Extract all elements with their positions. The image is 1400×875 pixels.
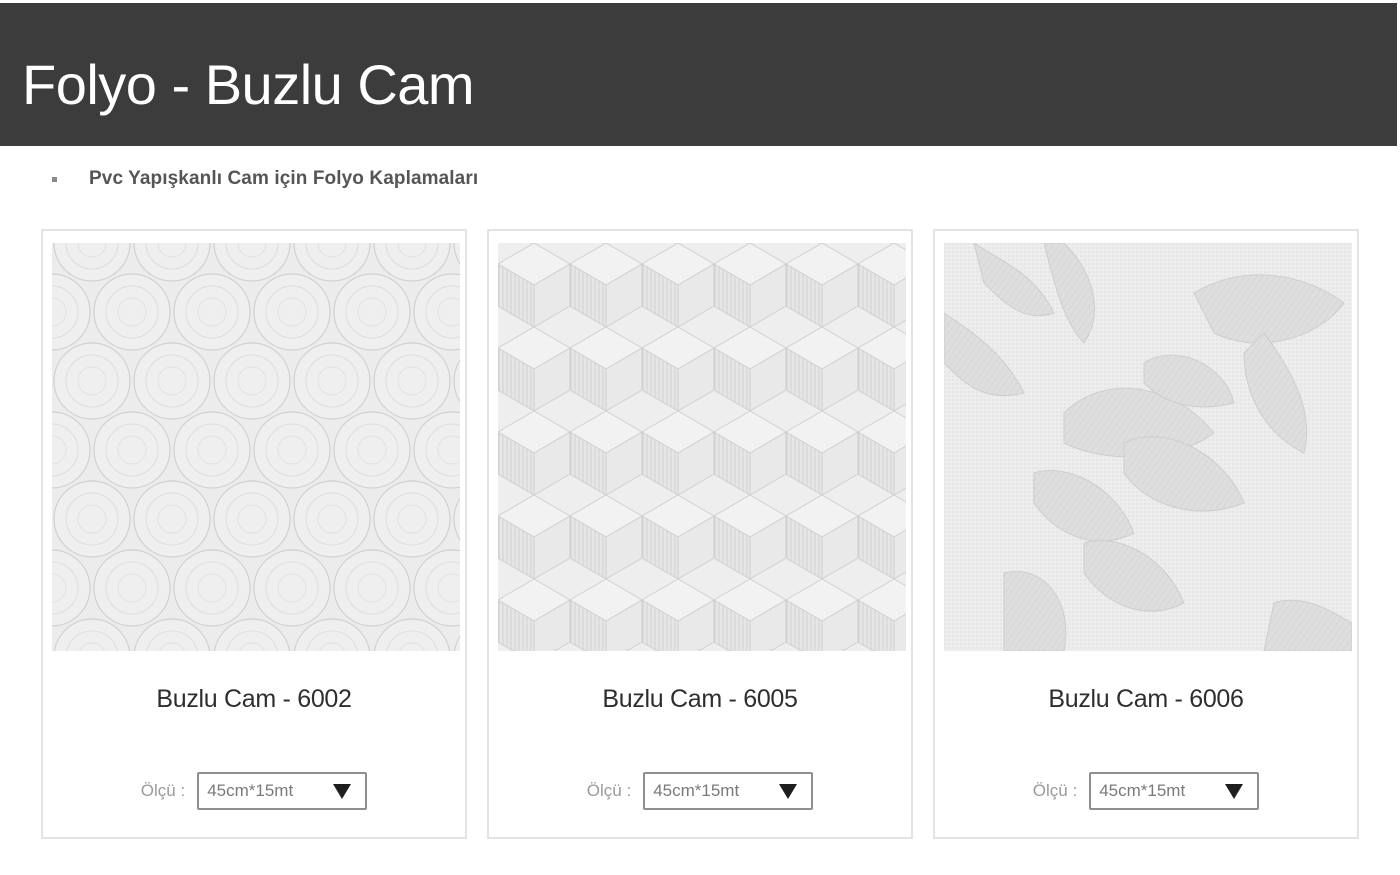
product-name[interactable]: Buzlu Cam - 6002 (43, 685, 465, 714)
product-card[interactable]: Buzlu Cam - 6005 Ölçü : 45cm*15mt (487, 229, 913, 839)
product-image-circles[interactable] (52, 243, 460, 651)
category-list-item: Pvc Yapışkanlı Cam için Folyo Kaplamalar… (52, 166, 478, 192)
product-card[interactable]: Buzlu Cam - 6006 Ölçü : 45cm*15mt (933, 229, 1359, 839)
size-label: Ölçü : (586, 781, 632, 800)
size-option-row: Ölçü : 45cm*15mt (43, 772, 465, 810)
dropdown-arrow-icon (779, 783, 798, 799)
size-label: Ölçü : (140, 781, 186, 800)
bullet-icon (52, 176, 57, 182)
size-label: Ölçü : (1032, 781, 1078, 800)
page-header: Folyo - Buzlu Cam (0, 0, 1397, 146)
dropdown-arrow-icon (1225, 783, 1244, 799)
size-value: 45cm*15mt (1099, 781, 1186, 800)
size-option-row: Ölçü : 45cm*15mt (489, 772, 911, 810)
product-name[interactable]: Buzlu Cam - 6006 (935, 685, 1357, 714)
size-option-row: Ölçü : 45cm*15mt (935, 772, 1357, 810)
size-select[interactable]: 45cm*15mt (1089, 772, 1260, 810)
product-name[interactable]: Buzlu Cam - 6005 (489, 685, 911, 714)
product-card[interactable]: Buzlu Cam - 6002 Ölçü : 45cm*15mt (41, 229, 467, 839)
product-image-cubes[interactable] (498, 243, 906, 651)
size-select[interactable]: 45cm*15mt (643, 772, 814, 810)
size-select[interactable]: 45cm*15mt (197, 772, 368, 810)
product-image-floral[interactable] (944, 243, 1352, 651)
size-value: 45cm*15mt (653, 781, 740, 800)
category-subtitle[interactable]: Pvc Yapışkanlı Cam için Folyo Kaplamalar… (89, 168, 478, 190)
size-value: 45cm*15mt (207, 781, 294, 800)
dropdown-arrow-icon (333, 783, 352, 799)
page-title: Folyo - Buzlu Cam (22, 53, 475, 116)
